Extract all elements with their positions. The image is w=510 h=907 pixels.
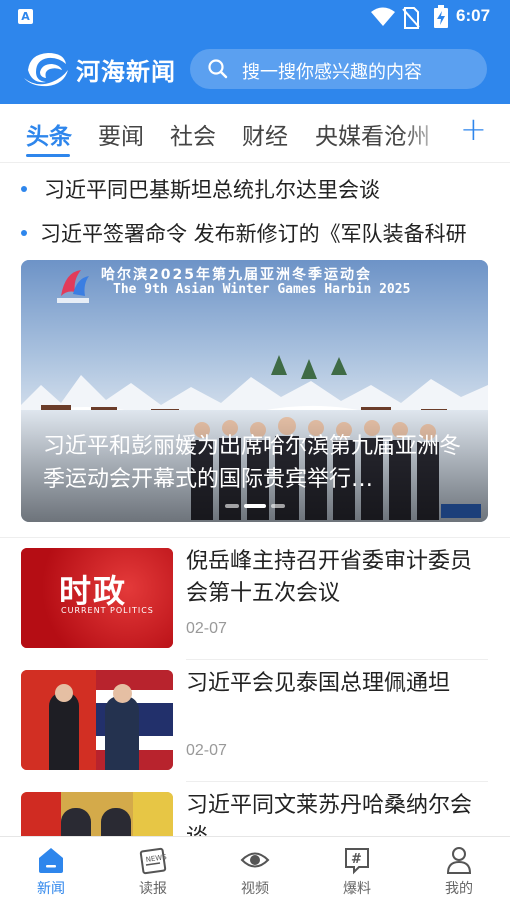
nav-profile[interactable]: 我的 [429, 845, 489, 898]
search-bar[interactable]: 搜一搜你感兴趣的内容 [190, 49, 487, 89]
nav-label: 视频 [241, 881, 269, 897]
clock: 6:07 [456, 6, 491, 25]
carousel-dot[interactable] [225, 504, 239, 508]
nav-label: 新闻 [37, 881, 65, 897]
tab-headlines[interactable]: 头条 [26, 117, 72, 151]
news-title: 倪岳峰主持召开省委审计委员会第十五次会议 [186, 549, 473, 606]
news-title: 习近平会见泰国总理佩通坦 [186, 671, 451, 696]
app-logo-icon [24, 53, 68, 87]
wifi-icon [371, 7, 395, 26]
nav-label: 读报 [139, 881, 167, 897]
featured-banner[interactable]: 哈尔滨2025年第九届亚洲冬季运动会 The 9th Asian Winter … [21, 260, 488, 522]
headline-link[interactable]: 习近平同巴基斯坦总统扎尔达里会谈 [0, 168, 510, 208]
search-placeholder: 搜一搜你感兴趣的内容 [242, 62, 422, 83]
nav-news[interactable]: 新闻 [21, 845, 81, 898]
carousel-indicator [225, 504, 285, 508]
newspaper-icon: NEWS [139, 847, 168, 875]
category-tabs: 头条 要闻 社会 财经 央媒看沧州 + [0, 104, 510, 163]
thumbnail-sublabel: CURRENT POLITICS [61, 606, 154, 615]
eye-icon [240, 852, 270, 868]
tab-society[interactable]: 社会 [170, 117, 216, 151]
headline-text: 习近平签署命令 发布新修订的《军队装备科研 [40, 222, 467, 246]
carousel-dot-active[interactable] [244, 504, 266, 508]
add-channel-button[interactable]: + [460, 110, 487, 148]
battery-charging-icon [434, 5, 448, 28]
carousel-dot[interactable] [271, 504, 285, 508]
banner-caption: 习近平和彭丽媛为出席哈尔滨第九届亚洲冬季运动会开幕式的国际贵宾举行… [43, 434, 462, 492]
news-thumbnail [21, 670, 173, 770]
no-sim-icon [402, 7, 420, 29]
news-thumbnail: 时政 CURRENT POLITICS [21, 548, 173, 648]
headline-text: 习近平同巴基斯坦总统扎尔达里会谈 [44, 178, 380, 202]
photo-credit-stamp [441, 504, 481, 518]
nav-newspaper[interactable]: NEWS 读报 [123, 845, 183, 898]
bullet-dot [21, 186, 27, 192]
app-notification-icon: A [18, 9, 33, 24]
tab-important-news[interactable]: 要闻 [98, 117, 144, 151]
games-emblem-icon [57, 270, 89, 303]
svg-text:#: # [351, 852, 362, 867]
home-icon [39, 848, 63, 873]
banner-event-title-en: The 9th Asian Winter Games Harbin 2025 [113, 282, 411, 297]
app-brand-name: 河海新闻 [76, 58, 176, 86]
nav-tipoff[interactable]: # 爆料 [327, 845, 387, 898]
news-date: 02-07 [186, 620, 227, 637]
app-header: A 6:07 河海新闻 搜一搜你感兴趣的内容 [0, 0, 510, 104]
hashtag-icon: # [345, 848, 369, 875]
nav-label: 我的 [445, 881, 473, 897]
tab-finance[interactable]: 财经 [242, 117, 288, 151]
tabs-fade [400, 104, 450, 162]
headline-link[interactable]: 习近平签署命令 发布新修订的《军队装备科研 [0, 212, 510, 252]
banner-event-title: 哈尔滨2025年第九届亚洲冬季运动会 [101, 267, 372, 283]
user-icon [446, 847, 472, 874]
bullet-dot [21, 230, 27, 236]
nav-label: 爆料 [343, 881, 371, 897]
news-date: 02-07 [186, 742, 227, 759]
status-bar: A 6:07 [0, 0, 510, 34]
bottom-navigation: 新闻 NEWS 读报 视频 # 爆料 我的 [0, 836, 510, 907]
search-icon [208, 59, 228, 79]
active-tab-indicator [26, 154, 70, 157]
news-item[interactable]: 习近平会见泰国总理佩通坦 02-07 [21, 660, 488, 782]
news-item[interactable]: 时政 CURRENT POLITICS 倪岳峰主持召开省委审计委员会第十五次会议… [21, 538, 488, 660]
nav-video[interactable]: 视频 [225, 845, 285, 898]
